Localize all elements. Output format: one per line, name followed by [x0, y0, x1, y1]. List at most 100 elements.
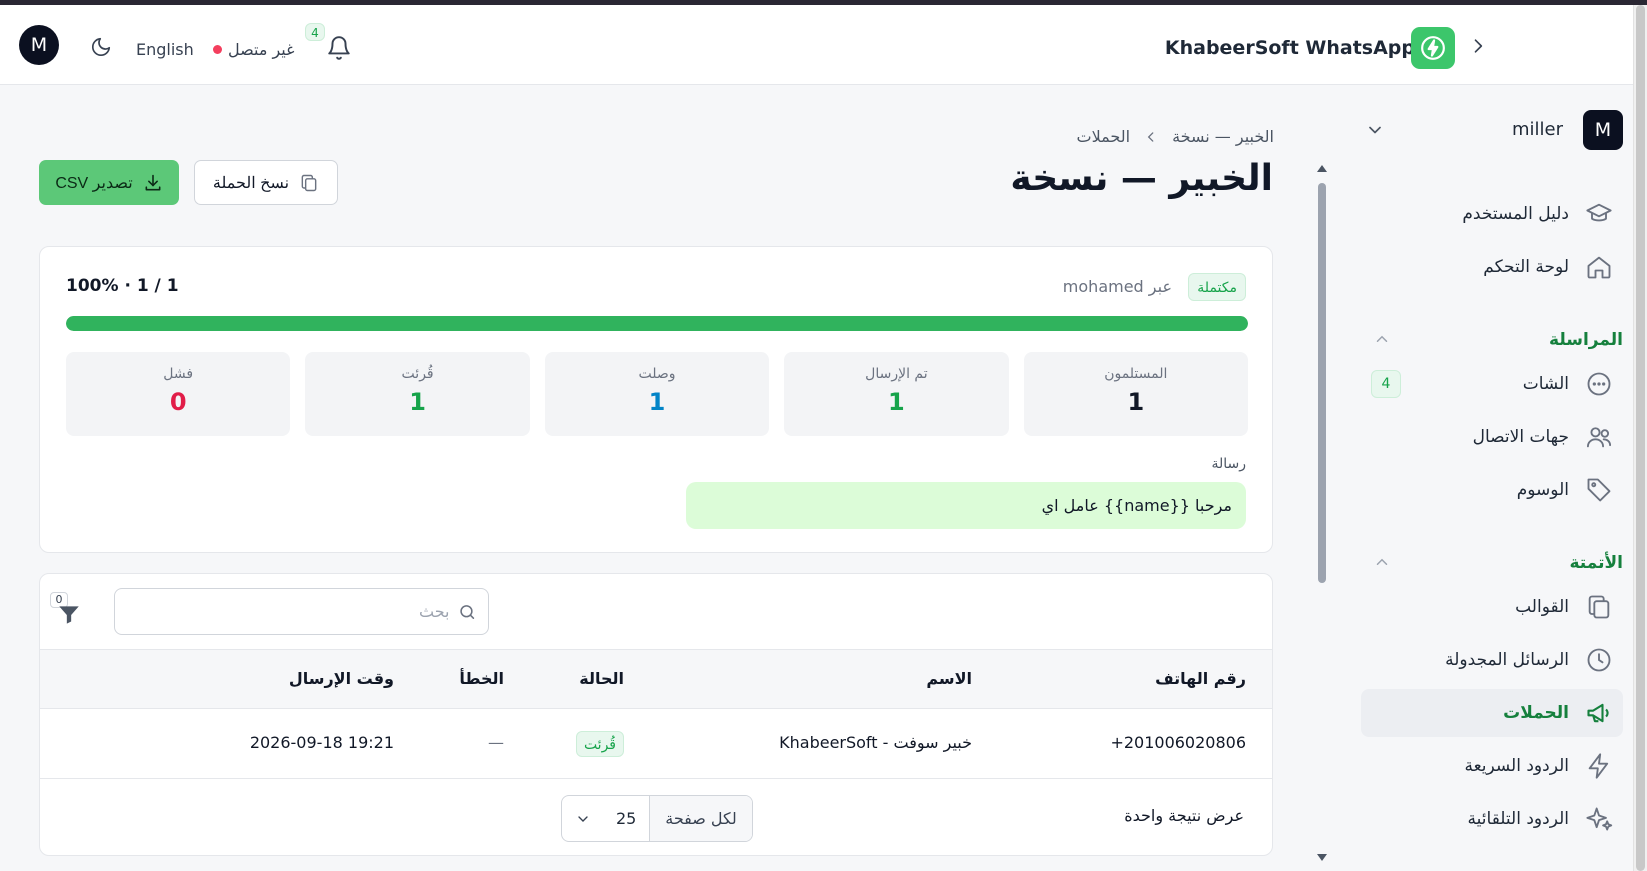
column-header-sent-at[interactable]: وقت الإرسال: [289, 669, 394, 688]
bell-icon[interactable]: [326, 35, 352, 61]
column-header-phone[interactable]: رقم الهاتف: [1155, 669, 1246, 688]
stat-sent: تم الإرسال 1: [784, 352, 1009, 436]
section-title-automation[interactable]: الأتمتة: [1569, 553, 1623, 573]
status-badge: مكتملة: [1188, 273, 1246, 301]
column-header-status[interactable]: الحالة: [579, 669, 624, 688]
stat-label: تم الإرسال: [865, 366, 928, 382]
export-csv-button[interactable]: تصدير CSV: [39, 160, 179, 205]
brand-title: KhabeerSoft WhatsApp: [1164, 37, 1415, 59]
connection-status-label: غير متصل: [228, 40, 295, 59]
language-toggle[interactable]: English: [136, 40, 194, 59]
sidebar-item-label: القوالب: [1515, 597, 1569, 617]
chat-icon: [1587, 372, 1611, 396]
copy-campaign-button[interactable]: نسخ الحملة: [194, 160, 338, 205]
bolt-logo-icon: [1421, 36, 1445, 60]
page-scrollbar[interactable]: [1633, 5, 1647, 871]
chevron-down-icon: [577, 815, 588, 822]
notifications-badge: 4: [305, 23, 325, 41]
tag-icon: [1587, 478, 1611, 502]
search-input[interactable]: [127, 602, 450, 621]
stat-value: 0: [169, 388, 187, 416]
sidebar-item-quick-replies[interactable]: الردود السريعة: [1361, 742, 1623, 790]
column-header-error[interactable]: الخطأ: [459, 669, 504, 688]
scroll-down-arrow-icon[interactable]: [1316, 853, 1328, 863]
stat-label: وصلت: [638, 366, 676, 382]
sidebar-item-templates[interactable]: القوالب: [1361, 583, 1623, 631]
export-csv-label: تصدير CSV: [55, 174, 133, 192]
sidebar-item-label: لوحة التحكم: [1483, 257, 1569, 277]
status-dot: [213, 45, 222, 54]
top-header: M English غير متصل 4 KhabeerSoft WhatsAp…: [0, 5, 1633, 85]
sidebar-item-label: دليل المستخدم: [1462, 204, 1569, 224]
sidebar-item-auto-replies[interactable]: الردود التلقائية: [1361, 795, 1623, 843]
sidebar-item-campaigns[interactable]: الحملات: [1361, 689, 1623, 737]
message-preview: مرحبا {{name}} عامل اي: [686, 482, 1246, 529]
per-page-select[interactable]: 25: [562, 796, 650, 841]
progress-bar: [66, 316, 1248, 331]
section-title-messaging[interactable]: المراسلة: [1549, 330, 1623, 350]
message-label: رسالة: [1211, 456, 1246, 472]
workspace-user-selector[interactable]: M miller: [1363, 110, 1623, 150]
cell-status-badge: قُرئت: [575, 731, 624, 757]
search-field[interactable]: [114, 588, 489, 635]
page-title: الخبير — نسخة: [1010, 158, 1273, 199]
page-scrollbar-thumb[interactable]: [1636, 5, 1645, 871]
campaign-summary-card: مكتملة عبر mohamed 100% · 1 / 1 المستلمو…: [39, 246, 1273, 553]
column-header-name[interactable]: الاسم: [926, 669, 972, 688]
table-row[interactable]: +201006020806 خبير سوفت - KhabeerSoft قُ…: [40, 709, 1272, 779]
bolt-icon: [1588, 753, 1609, 779]
cell-phone: +201006020806: [1110, 733, 1246, 752]
filter-button[interactable]: 0: [50, 592, 84, 628]
sidebar-item-label: الردود التلقائية: [1467, 809, 1569, 829]
home-icon: [1587, 256, 1611, 279]
sidebar-item-label: الوسوم: [1516, 480, 1569, 500]
search-icon: [459, 604, 474, 619]
graduation-cap-icon: [1586, 203, 1612, 222]
progress-bar-fill: [66, 316, 1248, 331]
per-page-selector[interactable]: 25 لكل صفحة: [561, 795, 753, 842]
moon-icon[interactable]: [90, 36, 112, 58]
sidebar-item-label: الردود السريعة: [1464, 756, 1569, 776]
sidebar-item-label: جهات الاتصال: [1472, 427, 1569, 447]
user-avatar-button[interactable]: M: [19, 25, 59, 65]
breadcrumb-parent-link[interactable]: الحملات: [1077, 127, 1131, 146]
sidebar-item-dashboard[interactable]: لوحة التحكم: [1361, 243, 1623, 291]
result-count: عرض نتيجة واحدة: [1124, 806, 1244, 825]
table-header: رقم الهاتف الاسم الحالة الخطأ وقت الإرسا…: [40, 649, 1272, 709]
workspace-avatar: M: [1583, 110, 1623, 150]
sidebar-item-contacts[interactable]: جهات الاتصال: [1361, 413, 1623, 461]
copy-icon: [1588, 595, 1610, 619]
cell-name: خبير سوفت - KhabeerSoft: [779, 733, 972, 752]
stat-failed: فشل 0: [65, 352, 291, 436]
progress-text: 100% · 1 / 1: [66, 276, 179, 296]
content-scrollbar[interactable]: [1316, 163, 1328, 863]
sidebar-item-user-guide[interactable]: دليل المستخدم: [1361, 190, 1623, 238]
megaphone-icon: [1587, 703, 1609, 723]
stat-delivered: وصلت 1: [544, 352, 770, 436]
copy-campaign-label: نسخ الحملة: [212, 174, 290, 192]
content-scrollbar-thumb[interactable]: [1318, 183, 1326, 583]
chevron-up-icon[interactable]: [1373, 330, 1391, 348]
per-page-label: لكل صفحة: [650, 796, 752, 841]
chevron-right-icon[interactable]: [1468, 36, 1488, 56]
sidebar-item-chat[interactable]: الشات 4: [1361, 360, 1623, 408]
stats-row: المستلمون 1 تم الإرسال 1 وصلت 1 قُرئت 1 فشل 0: [65, 352, 1248, 436]
connection-status: غير متصل: [213, 40, 295, 59]
stat-read: قُرئت 1: [305, 352, 530, 436]
stat-value: 1: [1127, 388, 1145, 416]
sidebar-item-scheduled-messages[interactable]: الرسائل المجدولة: [1361, 636, 1623, 684]
stat-value: 1: [888, 388, 905, 416]
per-page-value: 25: [615, 809, 637, 828]
copy-icon: [301, 174, 317, 191]
workspace-user-name: miller: [1511, 119, 1563, 140]
clock-icon: [1587, 648, 1611, 672]
scroll-up-arrow-icon[interactable]: [1316, 163, 1328, 173]
download-icon: [145, 174, 161, 190]
sidebar-item-tags[interactable]: الوسوم: [1361, 466, 1623, 514]
stat-label: المستلمون: [1104, 366, 1168, 382]
chevron-down-icon[interactable]: [1365, 120, 1385, 140]
stat-label: فشل: [163, 366, 194, 382]
stat-value: 1: [409, 388, 426, 416]
users-icon: [1586, 427, 1612, 448]
chevron-up-icon[interactable]: [1373, 553, 1391, 571]
